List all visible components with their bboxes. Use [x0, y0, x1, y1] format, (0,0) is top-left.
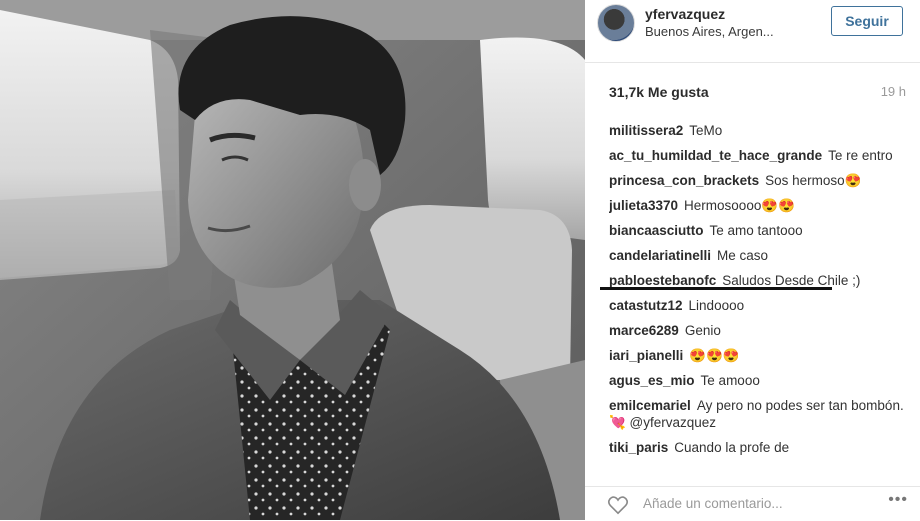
- comment: catastutz12 Lindoooo: [609, 297, 909, 314]
- comment-text: Te re entro: [828, 148, 893, 163]
- heart-icon[interactable]: [607, 495, 629, 515]
- comments-list[interactable]: militissera2 TeMo ac_tu_humildad_te_hace_…: [609, 122, 909, 474]
- comment-text: Lindoooo: [688, 298, 745, 313]
- comment: julieta3370 Hermosoooo😍😍: [609, 197, 909, 214]
- comment-user[interactable]: agus_es_mio: [609, 373, 695, 388]
- comment-user[interactable]: biancaasciutto: [609, 223, 704, 238]
- comment-user[interactable]: catastutz12: [609, 298, 683, 313]
- emoji: 😍: [844, 173, 862, 188]
- comment-user[interactable]: iari_pianelli: [609, 348, 683, 363]
- comment-user[interactable]: ac_tu_humildad_te_hace_grande: [609, 148, 822, 163]
- instagram-post: yfervazquez Buenos Aires, Argen... Segui…: [0, 0, 920, 520]
- more-options-icon[interactable]: •••: [888, 491, 908, 509]
- comment: iari_pianelli 😍😍😍: [609, 347, 909, 364]
- comment-user[interactable]: emilcemariel: [609, 398, 691, 413]
- comment: candelariatinelli Me caso: [609, 247, 909, 264]
- comment: militissera2 TeMo: [609, 122, 909, 139]
- likes-count[interactable]: 31,7k Me gusta: [609, 84, 709, 100]
- comment-user[interactable]: candelariatinelli: [609, 248, 711, 263]
- comment-input[interactable]: [643, 496, 843, 511]
- comment-text: Saludos Desde Chile ;): [722, 273, 861, 288]
- add-comment-bar: •••: [585, 486, 920, 521]
- comment-user[interactable]: tiki_paris: [609, 440, 668, 455]
- comment: biancaasciutto Te amo tantooo: [609, 222, 909, 239]
- emoji: 😍😍: [761, 198, 795, 213]
- comment: princesa_con_brackets Sos hermoso😍: [609, 172, 909, 189]
- comment-user[interactable]: princesa_con_brackets: [609, 173, 759, 188]
- comment-text: Te amo tantooo: [709, 223, 803, 238]
- comment-user[interactable]: militissera2: [609, 123, 683, 138]
- comment-text: TeMo: [689, 123, 723, 138]
- comment: agus_es_mio Te amooo: [609, 372, 909, 389]
- avatar[interactable]: [597, 4, 635, 42]
- comment-text: Genio: [684, 323, 721, 338]
- comment: marce6289 Genio: [609, 322, 909, 339]
- comment-user[interactable]: marce6289: [609, 323, 679, 338]
- follow-button[interactable]: Seguir: [831, 6, 903, 36]
- comment-text: Me caso: [717, 248, 769, 263]
- comment-text: Te amooo: [700, 373, 760, 388]
- post-photo[interactable]: [0, 0, 585, 520]
- comment: ac_tu_humildad_te_hace_grande Te re entro: [609, 147, 909, 164]
- post-timestamp: 19 h: [880, 84, 906, 99]
- location[interactable]: Buenos Aires, Argen...: [645, 24, 774, 39]
- highlight-underline: [600, 287, 832, 290]
- username[interactable]: yfervazquez: [645, 6, 725, 22]
- comment-text: Cuando la profe de: [674, 440, 790, 455]
- comment-text: Hermosoooo: [684, 198, 762, 213]
- photo-image: [0, 0, 585, 520]
- comment-text: Sos hermoso: [765, 173, 845, 188]
- emoji: 😍😍😍: [689, 348, 740, 363]
- comment-user[interactable]: pabloestebanofc: [609, 273, 716, 288]
- post-sidebar: yfervazquez Buenos Aires, Argen... Segui…: [585, 0, 920, 520]
- post-header: yfervazquez Buenos Aires, Argen... Segui…: [585, 0, 920, 63]
- comment: tiki_paris Cuando la profe de: [609, 439, 909, 456]
- comment-user[interactable]: julieta3370: [609, 198, 678, 213]
- comment: emilcemariel Ay pero no podes ser tan bom…: [609, 397, 909, 431]
